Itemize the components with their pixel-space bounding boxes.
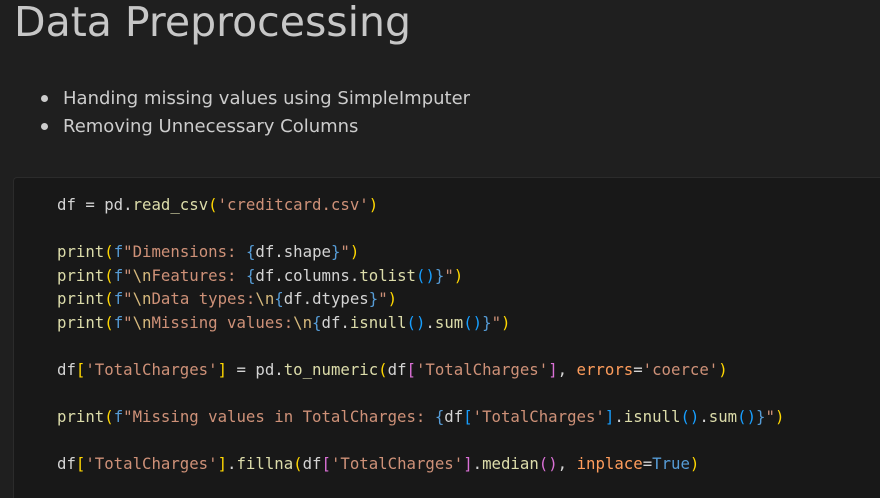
- code-line: print(f"\nFeatures: {df.columns.tolist()…: [57, 265, 464, 285]
- code-line: print(f"Dimensions: {df.shape}"): [57, 242, 360, 261]
- bullet-item: Removing Unnecessary Columns: [40, 113, 470, 141]
- markdown-title: Data Preprocessing: [14, 0, 412, 46]
- code-line: ​: [57, 334, 784, 358]
- code-line: print(f"\nMissing values:\n{df.isnull().…: [57, 312, 511, 332]
- code-line: ​: [57, 428, 784, 452]
- code-line: df['TotalCharges'] = pd.to_numeric(df['T…: [57, 359, 728, 379]
- markdown-bullet-list: Handing missing values using SimpleImput…: [40, 85, 470, 141]
- code-line: print(f"Missing values in TotalCharges: …: [57, 406, 785, 426]
- code-line: print(f"\nData types:\n{df.dtypes}"): [57, 289, 398, 308]
- code-line: df['TotalCharges'].fillna(df['TotalCharg…: [57, 453, 700, 473]
- code-editor[interactable]: df = pd.read_csv('creditcard.csv')​print…: [57, 193, 784, 475]
- code-line: ​: [57, 381, 784, 405]
- bullet-item: Handing missing values using SimpleImput…: [40, 85, 470, 113]
- code-line: ​: [57, 217, 784, 241]
- code-line: df = pd.read_csv('creditcard.csv'): [57, 195, 379, 214]
